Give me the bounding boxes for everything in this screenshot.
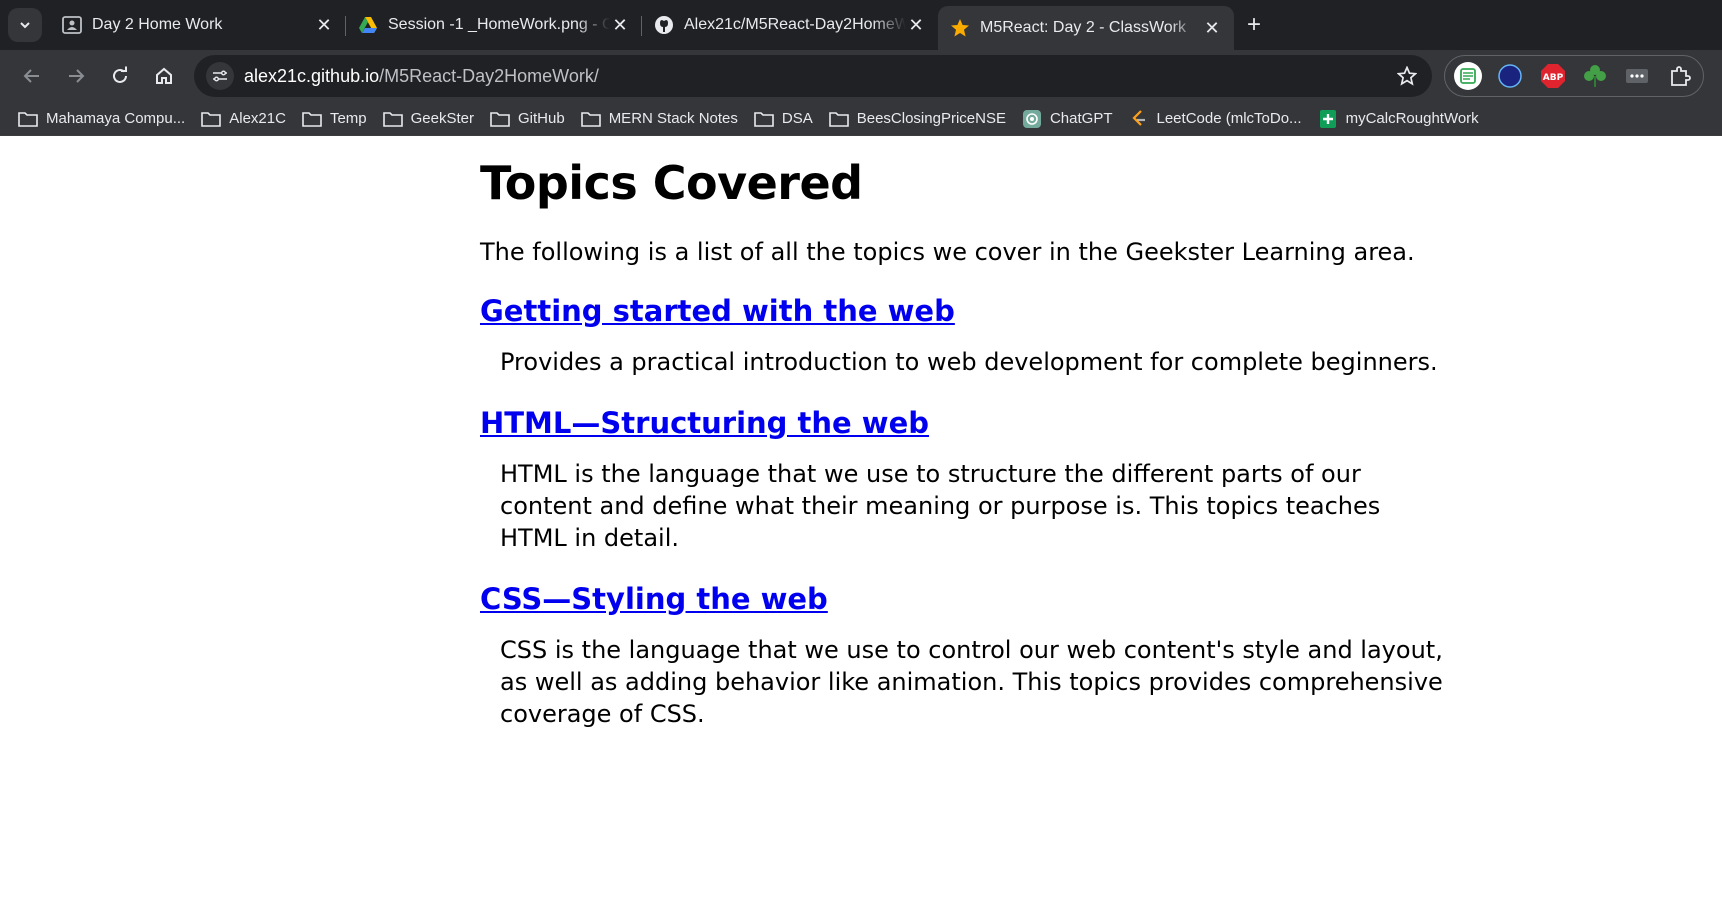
address-bar[interactable]: alex21c.github.io/M5React-Day2HomeWork/: [194, 55, 1432, 97]
close-icon[interactable]: ✕: [610, 15, 630, 35]
topic-description: HTML is the language that we use to stru…: [500, 460, 1381, 552]
folder-icon: [201, 110, 222, 128]
bookmark-github[interactable]: GitHub: [486, 104, 575, 134]
page-content: Topics Covered The following is a list o…: [480, 156, 1443, 758]
folder-icon: [580, 110, 601, 128]
arrow-right-icon: [69, 69, 85, 83]
bookmark-chatgpt[interactable]: ChatGPT: [1018, 104, 1123, 134]
close-icon[interactable]: ✕: [314, 15, 334, 35]
bookmark-dsa[interactable]: DSA: [750, 104, 823, 134]
more-extensions-icon[interactable]: [1620, 58, 1654, 94]
home-icon: [156, 67, 172, 84]
back-button[interactable]: [10, 56, 54, 96]
browser-chrome: Day 2 Home Work ✕ Session -1 _HomeWork.p…: [0, 0, 1722, 136]
folder-icon: [18, 110, 38, 128]
url-text: alex21c.github.io/M5React-Day2HomeWork/: [244, 66, 1392, 87]
tab-title: M5React: Day 2 - ClassWork: [980, 19, 1186, 36]
page-viewport: Topics Covered The following is a list o…: [0, 136, 1722, 902]
folder-icon: [382, 110, 403, 128]
intro-text: The following is a list of all the topic…: [480, 238, 1415, 266]
bookmark-leetcode[interactable]: LeetCode (mlcToDo...: [1125, 104, 1312, 134]
site-info-icon[interactable]: [206, 62, 234, 90]
url-host: alex21c.github.io: [244, 65, 380, 86]
close-icon[interactable]: ✕: [1202, 18, 1222, 38]
bookmark-label: Alex21C: [229, 110, 286, 127]
reload-icon: [113, 66, 127, 83]
bookmark-mycalc[interactable]: myCalcRoughtWork: [1314, 104, 1489, 134]
chatgpt-icon: [1022, 109, 1042, 128]
classroom-icon: [62, 15, 82, 35]
folder-icon: [828, 110, 849, 128]
bookmark-label: Temp: [329, 110, 367, 127]
topic-description: Provides a practical introduction to web…: [500, 348, 1438, 376]
abp-label: ABP: [1543, 73, 1564, 83]
bookmark-label: Mahamaya Compu...: [46, 110, 186, 127]
bookmarks-bar: Mahamaya Compu... Alex21C Temp GeekSter …: [0, 102, 1722, 136]
tab-title: Day 2 Home Work: [92, 16, 223, 33]
chevron-down-icon: [20, 22, 30, 29]
extensions-group: ABP: [1444, 55, 1704, 97]
bookmark-label: LeetCode (mlcToDo...: [1156, 110, 1302, 127]
tabs: Day 2 Home Work ✕ Session -1 _HomeWork.p…: [50, 6, 1274, 50]
tab-title: Session -1 _HomeWork.png - Google Drive: [388, 16, 610, 33]
tab-github[interactable]: Alex21c/M5React-Day2HomeWork ✕: [642, 6, 938, 44]
leetcode-icon: [1129, 109, 1149, 128]
bookmark-bees-closing[interactable]: BeesClosingPriceNSE: [825, 104, 1016, 134]
bookmark-label: GitHub: [518, 110, 565, 127]
arrow-left-icon: [23, 69, 39, 83]
home-button[interactable]: [142, 56, 186, 96]
new-tab-button[interactable]: +: [1234, 6, 1274, 44]
google-drive-icon: [358, 15, 378, 35]
bookmark-alex21c[interactable]: Alex21C: [197, 104, 296, 134]
folder-icon: [302, 110, 322, 128]
toolbar: alex21c.github.io/M5React-Day2HomeWork/ …: [0, 50, 1722, 102]
topic-link-css[interactable]: CSS—Styling the web: [480, 582, 1440, 616]
url-path: /M5React-Day2HomeWork/: [379, 65, 599, 86]
forward-button[interactable]: [54, 56, 98, 96]
tab-title: Alex21c/M5React-Day2HomeWork: [684, 16, 906, 33]
star-icon: [950, 18, 970, 38]
bookmark-label: BeesClosingPriceNSE: [856, 110, 1006, 127]
close-icon[interactable]: ✕: [906, 15, 926, 35]
bookmark-label: DSA: [781, 110, 813, 127]
bookmark-label: ChatGPT: [1049, 110, 1113, 127]
sheets-icon: [1318, 109, 1338, 128]
puzzle-icon[interactable]: [1663, 58, 1697, 94]
folder-icon: [754, 110, 774, 128]
reader-extension-icon[interactable]: [1451, 58, 1485, 94]
bookmark-star-icon[interactable]: [1392, 61, 1422, 91]
adblock-plus-icon[interactable]: ABP: [1536, 58, 1570, 94]
topic-link-html[interactable]: HTML—Structuring the web: [480, 406, 1440, 440]
topic-link-getting-started[interactable]: Getting started with the web: [480, 294, 1440, 328]
folder-icon: [490, 110, 510, 128]
bookmark-geekster[interactable]: GeekSter: [379, 104, 484, 134]
page-title: Topics Covered: [480, 156, 863, 210]
plus-icon: +: [1246, 11, 1261, 38]
bookmark-temp[interactable]: Temp: [298, 104, 377, 134]
tab-search-button[interactable]: [8, 8, 42, 42]
reload-button[interactable]: [98, 56, 142, 96]
bookmark-label: GeekSter: [410, 110, 474, 127]
bookmark-label: myCalcRoughtWork: [1345, 110, 1479, 127]
dark-mode-extension-icon[interactable]: [1493, 58, 1527, 94]
bookmark-mahamaya[interactable]: Mahamaya Compu...: [14, 104, 195, 134]
tab-strip: Day 2 Home Work ✕ Session -1 _HomeWork.p…: [0, 0, 1722, 50]
github-icon: [654, 15, 674, 35]
tab-google-drive[interactable]: Session -1 _HomeWork.png - Google Drive …: [346, 6, 642, 44]
clover-extension-icon[interactable]: [1578, 58, 1612, 94]
tab-classwork[interactable]: M5React: Day 2 - ClassWork ✕: [938, 6, 1234, 50]
bookmark-label: MERN Stack Notes: [608, 110, 738, 127]
tab-day2-homework[interactable]: Day 2 Home Work ✕: [50, 6, 346, 44]
bookmark-mern-notes[interactable]: MERN Stack Notes: [577, 104, 748, 134]
topic-description: CSS is the language that we use to contr…: [500, 636, 1443, 728]
